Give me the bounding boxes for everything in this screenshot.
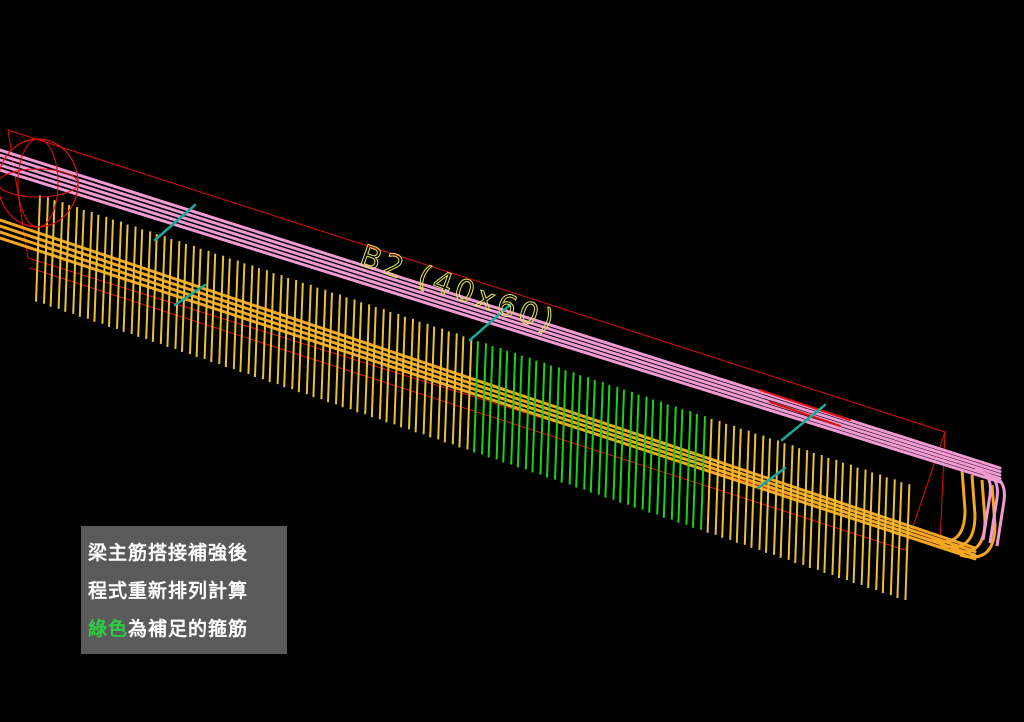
added-stirrup — [604, 384, 619, 500]
added-stirrup — [619, 389, 633, 505]
caption-box: 梁主筋搭接補強後 程式重新排列計算 綠色為補足的箍筋 — [81, 526, 287, 654]
cad-viewport[interactable]: B2 (40x60) 梁主筋搭接補強後 程式重新排列計算 綠色為補足的箍筋 — [0, 0, 1024, 722]
added-stirrup — [692, 414, 706, 530]
stirrup — [896, 482, 911, 601]
bottom-bar — [0, 218, 977, 550]
stirrup — [838, 462, 852, 581]
bottom-bar — [0, 224, 977, 554]
added-stirrup — [546, 365, 560, 480]
stirrup — [750, 433, 765, 550]
added-stirrup — [473, 341, 487, 455]
stirrup — [78, 209, 93, 319]
added-stirrup — [589, 380, 604, 495]
caption-line-3: 綠色為補足的箍筋 — [88, 610, 281, 648]
stirrup — [64, 205, 79, 314]
stirrup — [458, 336, 473, 450]
stirrup — [443, 331, 458, 445]
stirrup — [765, 438, 779, 555]
stirrup — [867, 472, 882, 591]
added-stirrup — [560, 370, 575, 485]
stirrup — [881, 477, 896, 596]
stirrup — [93, 214, 108, 324]
stirrup — [49, 200, 64, 309]
stirrup — [108, 219, 122, 329]
stirrup — [35, 195, 49, 304]
added-stirrup — [531, 360, 546, 475]
caption-line-3-rest: 為補足的箍筋 — [128, 618, 249, 640]
top-bars — [0, 148, 1006, 547]
top-bar — [0, 168, 1002, 484]
added-stirrup — [633, 394, 648, 510]
stirrup — [706, 418, 721, 535]
stirrup — [735, 428, 750, 545]
added-stirrup — [677, 409, 692, 525]
added-stirrup — [648, 399, 663, 515]
added-stirrup — [662, 404, 677, 520]
outline-frame — [7, 129, 946, 543]
caption-highlight: 綠色 — [88, 618, 129, 640]
stirrup — [823, 457, 838, 576]
caption-line-2: 程式重新排列計算 — [88, 580, 249, 602]
stirrup — [794, 448, 809, 565]
stirrup — [852, 467, 867, 586]
added-stirrup — [487, 346, 502, 460]
stirrup — [721, 423, 736, 540]
beam-outline — [7, 129, 946, 551]
stirrup — [808, 452, 823, 570]
bottom-bar-hook — [929, 469, 967, 544]
added-stirrup — [575, 375, 590, 490]
stirrup — [779, 443, 794, 560]
caption-line-1: 梁主筋搭接補強後 — [88, 542, 249, 564]
